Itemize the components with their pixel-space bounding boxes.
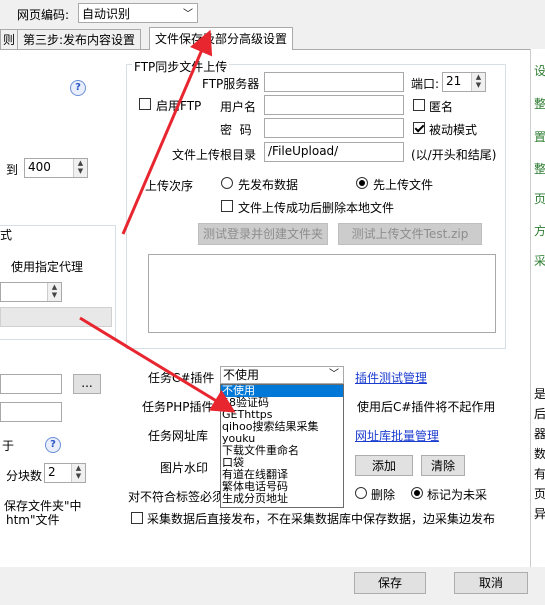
ftp-server-label: FTP服务器 [202,77,260,91]
encoding-select[interactable]: 自动识别 ﹀ [78,3,198,23]
root-dir-input[interactable]: /FileUpload/ [264,142,404,162]
proxy-list[interactable] [0,307,112,327]
anonymous-checkbox[interactable] [413,99,425,111]
to-value-text: 400 [28,160,51,174]
right-edge-text: 采 [534,254,545,268]
right-edge-text: 器 [534,427,545,441]
tab-publish-settings[interactable]: 第三步:发布内容设置 [17,29,142,50]
right-edge-text: 后 [534,407,545,421]
clear-watermark-button[interactable]: 清除 [421,455,465,476]
proxy-label: 使用指定代理 [11,260,84,274]
nonconform-mark-label: 标记为未采 [427,488,488,502]
encoding-label: 网页编码: [17,8,70,22]
php-plugin-label: 任务PHP插件 [142,400,214,414]
block-count-label: 分块数 [6,469,43,483]
upload-order-label: 上传次序 [145,179,194,193]
root-dir-hint: (以/开头和结尾) [411,148,497,162]
url-db-label: 任务网址库 [148,429,209,443]
htm-text: htm"文件 [6,513,60,527]
csharp-plugin-label: 任务C#插件 [148,371,215,385]
test-login-button[interactable]: 测试登录并创建文件夹 [198,223,328,245]
path-input-1[interactable] [0,374,62,394]
php-plugin-note: 使用后C#插件将不起作用 [357,400,496,414]
port-spinner[interactable]: ▲ ▼ [471,73,485,91]
order-upload-first-radio[interactable] [356,177,368,189]
path-input-2[interactable] [0,402,62,422]
test-upload-button[interactable]: 测试上传文件Test.zip [338,223,482,245]
browse-button[interactable]: ... [73,374,101,394]
chevron-down-icon: ﹀ [329,369,339,380]
right-edge-text: 设 [534,64,545,78]
csharp-plugin-select[interactable]: 不使用 ﹀ [220,366,344,384]
right-edge-text: 数 [534,447,545,461]
to-value-spinner[interactable]: ▲ ▼ [73,159,87,177]
order-publish-first-radio[interactable] [221,177,233,189]
port-input[interactable]: 21 ▲ ▼ [442,72,486,92]
enable-ftp-checkbox[interactable] [139,98,151,110]
right-edge-text: 整 [534,97,545,111]
right-edge-text: 是 [534,387,545,401]
csharp-plugin-dropdown[interactable]: 不使用 58验证码 GEThttps qihoo搜索结果采集 youku 下载文… [220,384,344,508]
delete-local-checkbox[interactable] [221,200,233,212]
direct-publish-label: 采集数据后直接发布，不在采集数据库中保存数据，边采集边发布 [147,512,496,526]
csharp-plugin-value: 不使用 [223,368,260,382]
right-edge-text: 整 [534,162,545,176]
password-label: 密 码 [220,123,252,137]
right-edge-text: 有 [534,467,545,481]
order-publish-first-label: 先发布数据 [238,178,299,192]
mode-partial-label: 式 [0,226,13,243]
right-edge-text: 页 [534,192,545,206]
block-count-input[interactable]: 2 ▲ ▼ [44,463,86,483]
anonymous-label: 匿名 [429,100,454,114]
watermark-label: 图片水印 [160,461,209,475]
url-db-link[interactable]: 网址库批量管理 [355,427,439,444]
tab-rules[interactable]: 则 [0,29,19,50]
username-label: 用户名 [220,100,257,114]
direct-publish-checkbox[interactable] [131,512,143,524]
nonconform-mark-radio[interactable] [411,487,423,499]
plugin-test-link[interactable]: 插件测试管理 [355,369,427,386]
right-edge-text: 页 [534,487,545,501]
nonconform-delete-label: 删除 [371,488,396,502]
nonconform-label: 对不符合标签必须 [128,490,225,504]
help-icon[interactable]: ? [45,437,61,453]
dropdown-option[interactable]: 生成分页地址 [221,493,343,505]
fen-label: 于 [2,439,15,453]
order-upload-first-label: 先上传文件 [373,178,434,192]
root-dir-label: 文件上传根目录 [172,148,257,162]
help-icon[interactable]: ? [70,80,86,96]
cancel-button[interactable]: 取消 [454,572,528,594]
username-input[interactable] [264,95,404,115]
proxy-input[interactable]: ▲ ▼ [0,282,62,302]
root-dir-value: /FileUpload/ [268,144,339,158]
delete-local-label: 文件上传成功后删除本地文件 [238,201,395,215]
ftp-server-input[interactable] [264,72,404,92]
add-watermark-button[interactable]: 添加 [355,455,413,476]
block-count-value: 2 [48,465,56,479]
proxy-spinner[interactable]: ▲ ▼ [47,283,61,301]
ftp-log-textarea[interactable] [148,254,496,333]
tab-file-save-settings[interactable]: 文件保存及部分高级设置 [149,27,294,50]
port-value: 21 [446,74,462,88]
passive-mode-label: 被动模式 [429,123,478,137]
passive-mode-checkbox[interactable] [413,122,425,134]
password-input[interactable] [264,118,404,138]
encoding-select-value: 自动识别 [82,7,131,21]
nonconform-delete-radio[interactable] [355,487,367,499]
right-edge-text: 异 [534,507,545,521]
to-value-input[interactable]: 400 ▲ ▼ [24,158,88,178]
block-count-spinner[interactable]: ▲ ▼ [71,464,85,482]
enable-ftp-label: 启用FTP [156,99,202,113]
ftp-group-title: FTP同步文件上传 [132,58,230,75]
to-label: 到 [6,163,19,177]
right-edge-text: 置 [534,130,545,144]
port-label: 端口: [411,77,440,91]
chevron-down-icon: ﹀ [183,9,193,20]
right-edge-text: 方 [534,224,545,238]
save-button[interactable]: 保存 [354,572,426,594]
